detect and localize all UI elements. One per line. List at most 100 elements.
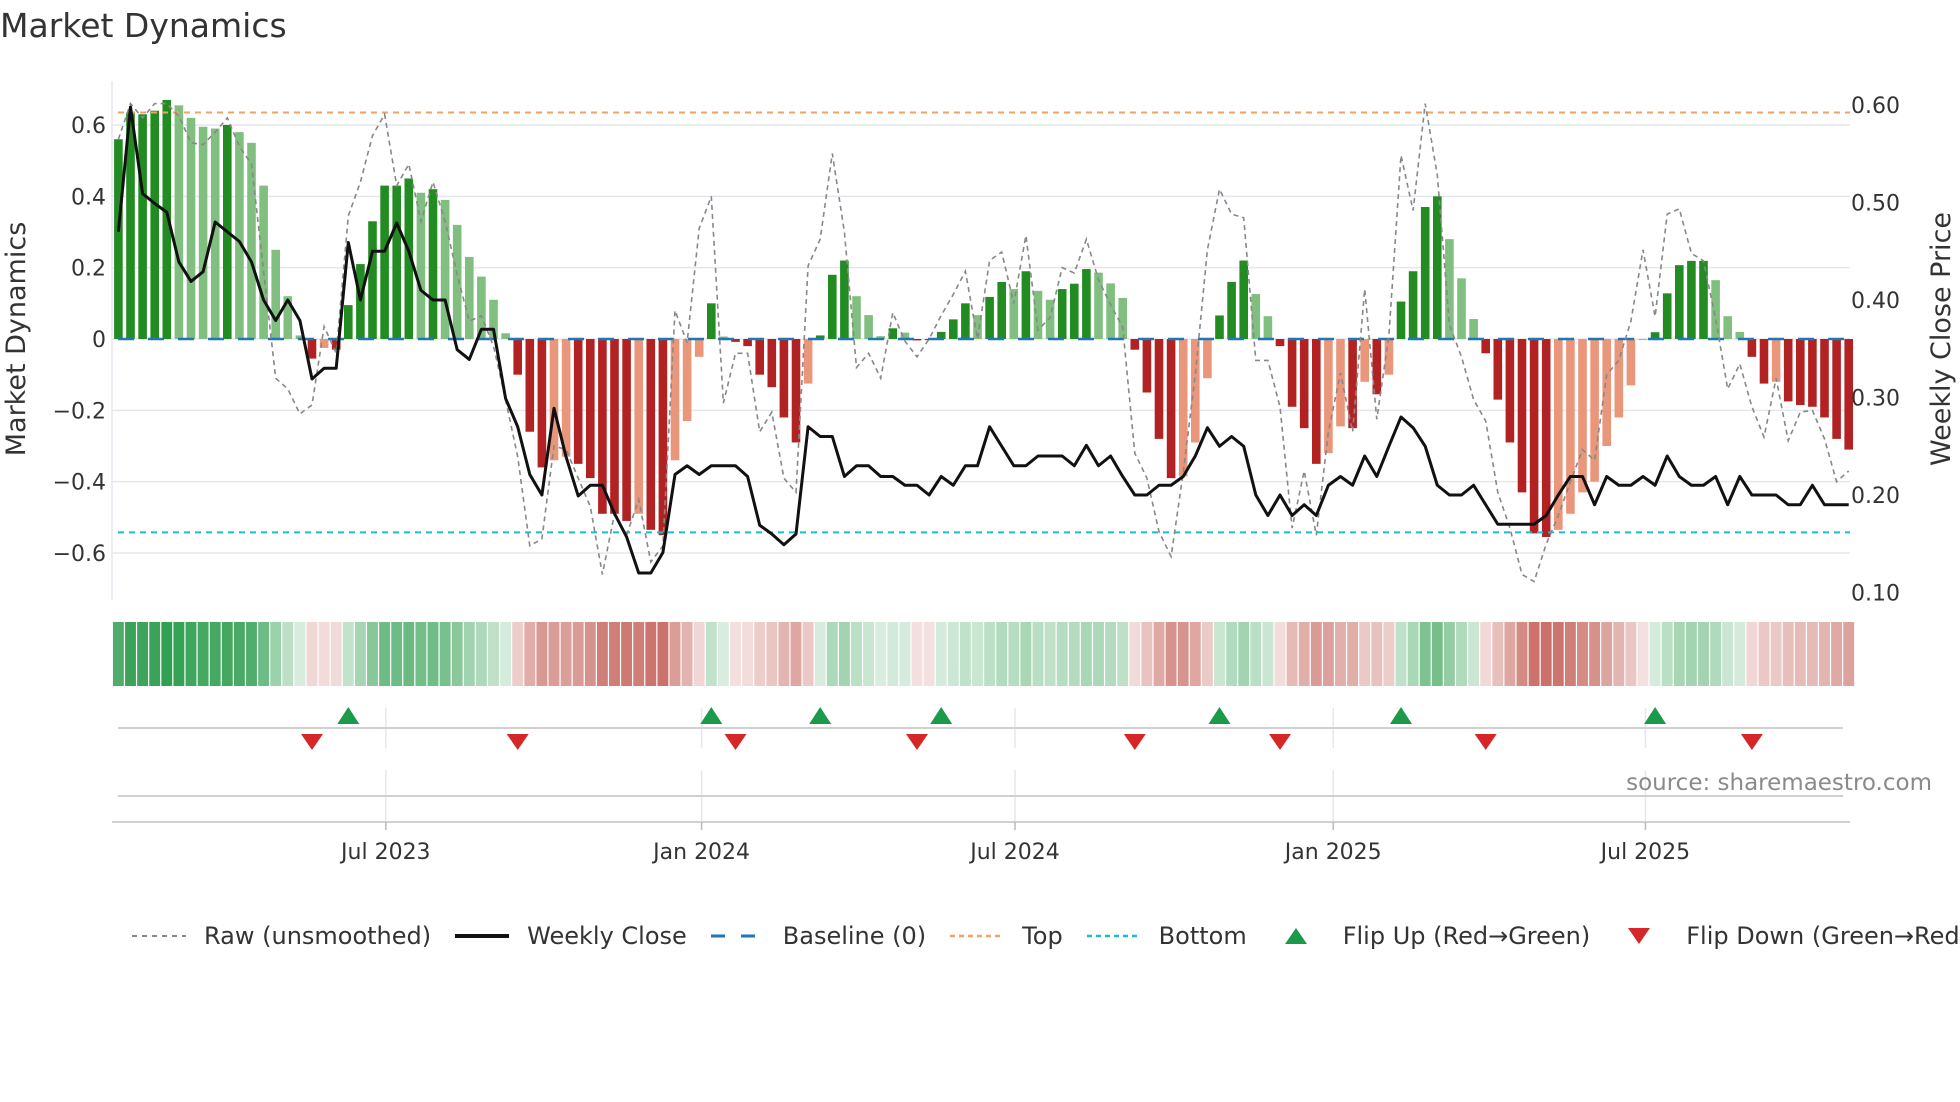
dynamics-bar	[573, 339, 583, 464]
regime-cell	[609, 622, 620, 686]
regime-cell	[1516, 622, 1528, 686]
legend-item-bottom: Bottom	[1085, 922, 1247, 950]
regime-cell	[475, 622, 487, 686]
dynamics-bar	[1021, 271, 1031, 339]
y-tick-label: 0.4	[71, 185, 106, 210]
dynamics-bar	[1505, 339, 1515, 443]
regime-cell	[1056, 622, 1068, 686]
dynamics-bar	[114, 139, 123, 339]
dynamics-bar	[513, 339, 522, 375]
legend-label: Baseline (0)	[782, 922, 927, 950]
triangle-down-icon	[1628, 928, 1651, 944]
triangle-up-icon	[1284, 928, 1307, 944]
regime-cell	[863, 622, 875, 686]
regime-cell	[1419, 622, 1431, 686]
regime-cell	[306, 622, 318, 686]
regime-cell	[1129, 622, 1141, 686]
regime-cell	[379, 622, 391, 686]
regime-cell	[1613, 622, 1625, 686]
dynamics-bar	[1299, 339, 1309, 429]
dynamics-bar	[1493, 339, 1503, 400]
regime-cell	[1080, 622, 1092, 686]
dynamics-bar	[150, 110, 159, 339]
dynamics-bar	[1808, 339, 1817, 407]
regime-cell	[693, 622, 705, 686]
regime-cell	[415, 622, 427, 686]
regime-cell	[1431, 622, 1443, 686]
dynamics-bar	[259, 185, 268, 339]
regime-cell	[330, 622, 342, 686]
dynamics-bar	[1130, 339, 1140, 350]
legend-label: Flip Down (Green→Red)	[1686, 922, 1960, 950]
dynamics-bar	[1614, 339, 1624, 418]
regime-cell	[512, 622, 524, 686]
regime-cell	[584, 622, 596, 686]
regime-cell	[1758, 622, 1770, 686]
regime-cell	[1794, 622, 1806, 686]
regime-cell	[1843, 622, 1855, 686]
reference-lines	[118, 111, 1850, 534]
regime-cell	[1698, 622, 1709, 686]
regime-cell	[1540, 622, 1552, 686]
regime-cell	[875, 622, 887, 686]
legend-swatch	[710, 934, 765, 938]
dynamics-bar	[1529, 339, 1539, 534]
regime-cell	[1020, 622, 1032, 686]
y-axis-label: Market Dynamics	[1, 222, 32, 457]
regime-cell	[754, 622, 766, 686]
regime-cell	[1722, 622, 1734, 686]
regime-cell	[282, 622, 294, 686]
flip-down-marker	[1474, 734, 1497, 750]
regime-cell	[1286, 622, 1298, 686]
regime-cell	[1782, 622, 1794, 686]
regime-cell	[633, 622, 645, 686]
dynamics-bar	[428, 189, 438, 339]
dynamics-bar	[622, 339, 631, 521]
regime-cell	[367, 622, 378, 686]
regime-cell	[1201, 622, 1213, 686]
regime-cell	[1407, 622, 1419, 686]
dynamics-bar	[997, 281, 1006, 339]
dynamics-bar	[961, 303, 970, 339]
legend-swatch	[132, 935, 186, 937]
regime-cell	[1189, 622, 1201, 686]
raw-series	[117, 101, 1850, 583]
regime-cell	[427, 622, 439, 686]
y-tick-label: 0	[92, 328, 106, 353]
regime-cell	[209, 622, 221, 686]
dynamics-bar	[646, 339, 656, 530]
y-tick-label: −0.2	[53, 399, 106, 424]
regime-cell	[899, 622, 911, 686]
flip-down-marker	[506, 734, 529, 750]
dynamics-bar	[828, 274, 837, 339]
regime-cell	[1577, 622, 1588, 686]
dynamics-bar	[1759, 339, 1769, 384]
dynamics-bar	[1783, 339, 1793, 402]
regime-cell	[1105, 622, 1117, 686]
regime-cell	[838, 622, 850, 686]
dynamics-bar	[416, 192, 426, 339]
regime-cell	[1480, 622, 1492, 686]
dynamics-bar	[1723, 316, 1732, 339]
regime-cell	[572, 622, 584, 686]
y-right-tick-label: 0.50	[1851, 192, 1900, 217]
legend-swatch	[455, 934, 510, 938]
regime-cell	[1528, 622, 1540, 686]
y-right-tick-label: 0.60	[1851, 94, 1900, 119]
y-tick-label: −0.4	[53, 471, 106, 496]
regime-cell	[621, 622, 633, 686]
regime-cell	[1153, 622, 1165, 686]
dynamics-bar	[1178, 339, 1188, 477]
y-right-tick-label: 0.30	[1851, 387, 1900, 412]
dynamics-bar	[1675, 265, 1684, 339]
dynamics-bar	[465, 256, 474, 339]
regime-cell	[500, 622, 512, 686]
regime-cell	[1673, 622, 1685, 686]
regime-cell	[645, 622, 657, 686]
regime-cell	[1093, 622, 1104, 686]
dynamics-bar	[767, 339, 777, 388]
regime-cell	[112, 622, 124, 686]
regime-cell	[705, 622, 717, 686]
regime-cell	[1564, 622, 1576, 686]
y-right-axis-label: Weekly Close Price	[1926, 212, 1957, 466]
